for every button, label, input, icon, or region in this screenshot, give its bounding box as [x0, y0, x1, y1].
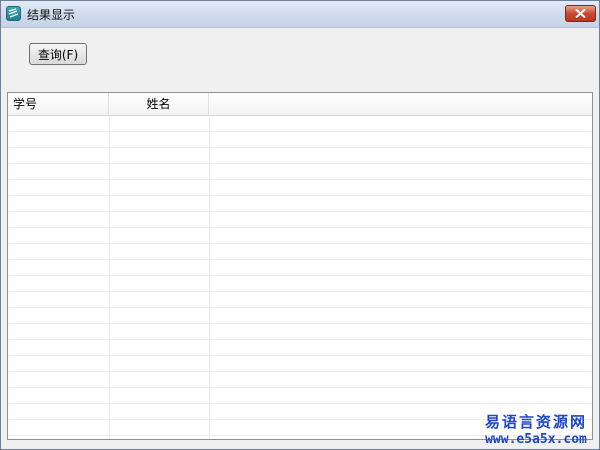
table-row[interactable] — [8, 388, 592, 404]
table-row[interactable] — [8, 260, 592, 276]
table-row[interactable] — [8, 228, 592, 244]
table-header: 学号 姓名 — [8, 93, 592, 116]
column-header-name[interactable]: 姓名 — [109, 93, 209, 115]
app-icon — [6, 6, 21, 21]
column-divider — [209, 116, 210, 439]
column-header-empty — [209, 93, 592, 115]
table-row[interactable] — [8, 148, 592, 164]
window-title: 结果显示 — [27, 8, 76, 22]
table-row[interactable] — [8, 244, 592, 260]
table-row[interactable] — [8, 276, 592, 292]
watermark-url: www.e5a5x.com — [485, 431, 587, 447]
table-row[interactable] — [8, 308, 592, 324]
table-row[interactable] — [8, 164, 592, 180]
close-button[interactable] — [565, 5, 596, 22]
table-row[interactable] — [8, 132, 592, 148]
results-table[interactable]: 学号 姓名 — [7, 92, 593, 440]
table-row[interactable] — [8, 180, 592, 196]
table-row[interactable] — [8, 292, 592, 308]
watermark-title: 易语言资源网 — [484, 413, 587, 431]
table-row[interactable] — [8, 356, 592, 372]
column-divider — [109, 116, 110, 439]
close-icon — [575, 9, 586, 18]
table-row[interactable] — [8, 372, 592, 388]
table-row[interactable] — [8, 196, 592, 212]
table-row[interactable] — [8, 116, 592, 132]
table-row[interactable] — [8, 212, 592, 228]
title-bar[interactable]: 结果显示 — [1, 1, 599, 28]
query-button[interactable]: 查询(F) — [29, 43, 87, 65]
column-header-student-id[interactable]: 学号 — [8, 93, 109, 115]
table-body — [8, 116, 592, 439]
result-window: 结果显示 查询(F) 学号 姓名 易语言资源网 www.e5a5x.com — [0, 0, 600, 450]
table-row[interactable] — [8, 340, 592, 356]
watermark-logo: 易语言资源网 www.e5a5x.com — [485, 413, 587, 448]
table-row[interactable] — [8, 324, 592, 340]
